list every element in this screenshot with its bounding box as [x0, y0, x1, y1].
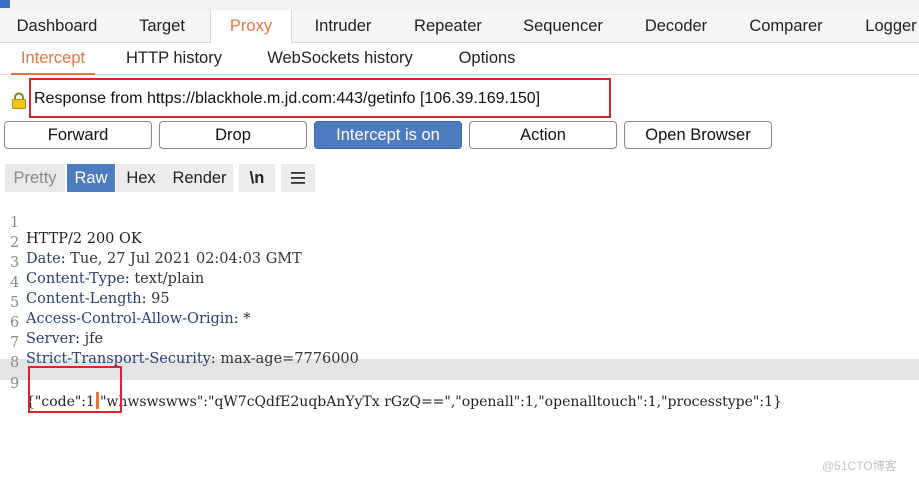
tab-logger[interactable]: Logger — [846, 10, 919, 42]
header-value: text/plain — [129, 271, 205, 287]
tab-dashboard[interactable]: Dashboard — [0, 10, 114, 42]
menu-button[interactable] — [281, 164, 315, 192]
response-line: 6 Server: jfe — [0, 299, 103, 347]
drop-button[interactable]: Drop — [159, 121, 307, 149]
response-line: 7 Strict-Transport-Security: max-age=777… — [0, 319, 359, 367]
header-line: Server: jfe — [26, 331, 104, 347]
response-line: 3 Content-Type: text/plain — [0, 239, 204, 287]
response-line: 5 Access-Control-Allow-Origin: * — [0, 279, 251, 327]
tab-hex[interactable]: Hex — [116, 164, 166, 192]
header-line: Access-Control-Allow-Origin: * — [26, 311, 251, 327]
header-line: Content-Type: text/plain — [26, 271, 205, 287]
line-number: 9 — [10, 376, 20, 392]
header-line: Content-Length: 95 — [26, 291, 170, 307]
header-line: Date: Tue, 27 Jul 2021 02:04:03 GMT — [26, 251, 302, 267]
response-line: 2 Date: Tue, 27 Jul 2021 02:04:03 GMT — [0, 219, 302, 267]
lock-icon — [12, 92, 26, 109]
intercept-toggle-button[interactable]: Intercept is on — [314, 121, 462, 149]
tab-repeater[interactable]: Repeater — [396, 10, 500, 42]
open-browser-button[interactable]: Open Browser — [624, 121, 772, 149]
header-name: Strict-Transport-Security — [26, 351, 211, 367]
header-value: Tue, 27 Jul 2021 02:04:03 GMT — [65, 251, 302, 267]
header-value: * — [238, 311, 251, 327]
main-tab-bar: Dashboard Target Proxy Intruder Repeater… — [0, 10, 919, 43]
response-line: 9 {"code":1 "whwswswws":"qW7cQdfE2uqbAnYy… — [0, 360, 782, 410]
tab-proxy[interactable]: Proxy — [210, 10, 292, 43]
header-name: Content-Type — [26, 271, 125, 287]
top-window-strip — [0, 0, 919, 10]
tab-websockets-history[interactable]: WebSockets history — [247, 43, 433, 74]
tab-decoder[interactable]: Decoder — [626, 10, 726, 42]
header-name: Date — [26, 251, 61, 267]
tab-comparer[interactable]: Comparer — [726, 10, 846, 42]
highlight-box-code — [28, 366, 122, 413]
hamburger-icon — [291, 172, 305, 184]
body-text-after-caret: "whwswswws":"qW7cQdfE2uqbAnYyTx rGzQ==",… — [99, 394, 782, 410]
highlight-box-url — [29, 78, 611, 118]
app-icon — [0, 0, 10, 8]
status-line: HTTP/2 200 OK — [26, 231, 142, 247]
watermark: @51CTO博客 — [822, 459, 897, 473]
tab-intruder[interactable]: Intruder — [290, 10, 396, 42]
response-line: 8 — [0, 339, 19, 371]
tab-intercept[interactable]: Intercept — [5, 43, 101, 75]
tab-sequencer[interactable]: Sequencer — [500, 10, 626, 42]
proxy-sub-tab-bar: Intercept HTTP history WebSockets histor… — [0, 43, 919, 75]
response-line: 1 HTTP/2 200 OK — [0, 199, 142, 247]
header-value: 95 — [146, 291, 170, 307]
tab-http-history[interactable]: HTTP history — [111, 43, 237, 74]
tab-options[interactable]: Options — [443, 43, 531, 74]
header-value: jfe — [80, 331, 104, 347]
tab-pretty[interactable]: Pretty — [5, 164, 65, 192]
header-value: max-age=7776000 — [215, 351, 359, 367]
tab-raw[interactable]: Raw — [67, 164, 115, 192]
tab-render[interactable]: Render — [166, 164, 233, 192]
header-name: Content-Length — [26, 291, 142, 307]
action-button[interactable]: Action — [469, 121, 617, 149]
header-line: Strict-Transport-Security: max-age=77760… — [26, 351, 359, 367]
response-body[interactable]: {"code":1 "whwswswws":"qW7cQdfE2uqbAnYyTx… — [26, 392, 782, 410]
response-editor[interactable]: 1 HTTP/2 200 OK 2 Date: Tue, 27 Jul 2021… — [0, 199, 919, 481]
tab-target[interactable]: Target — [114, 10, 210, 42]
forward-button[interactable]: Forward — [4, 121, 152, 149]
header-name: Access-Control-Allow-Origin — [26, 311, 234, 327]
header-name: Server — [26, 331, 76, 347]
newline-toggle-button[interactable]: \n — [239, 164, 275, 192]
response-line: 4 Content-Length: 95 — [0, 259, 170, 307]
